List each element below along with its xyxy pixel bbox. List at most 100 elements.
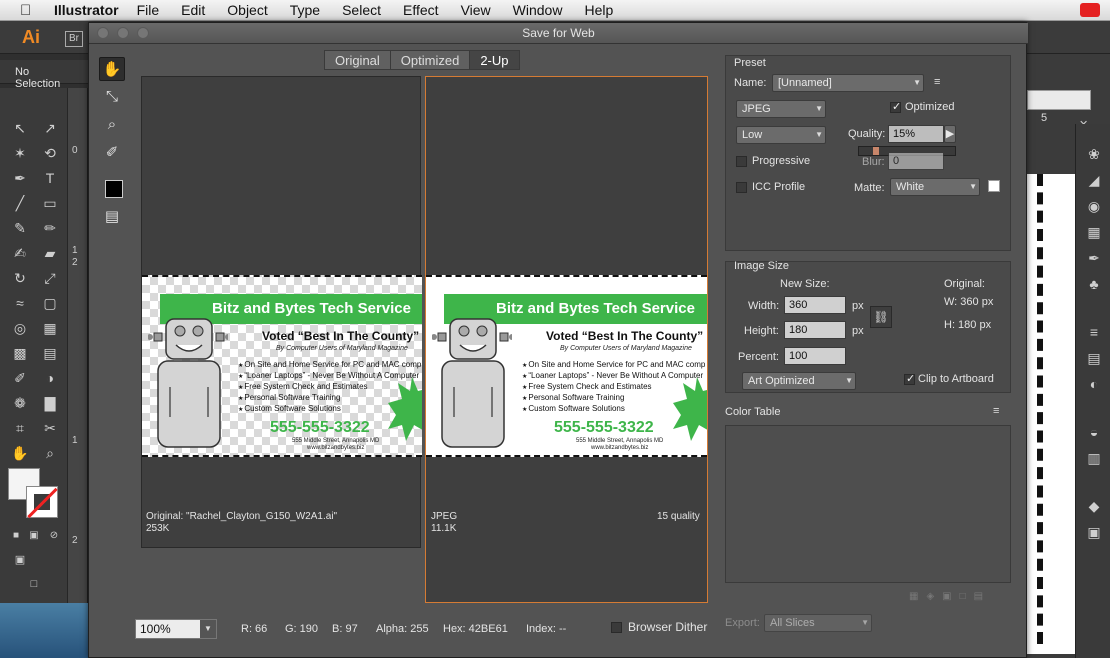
record-icon[interactable] (1080, 3, 1100, 17)
quality-slider-toggle[interactable]: ▶ (944, 125, 956, 143)
compression-quality-select[interactable]: Low ▼ (736, 126, 826, 144)
progressive-checkbox[interactable] (736, 156, 747, 167)
magic-wand-icon[interactable]: ✶ (10, 143, 30, 163)
eyedropper-color-swatch[interactable] (105, 180, 123, 198)
add-color-icon[interactable]: □ (960, 591, 966, 602)
color-guide-icon[interactable]: ◢ (1084, 172, 1104, 192)
matte-color-swatch[interactable] (988, 180, 1000, 192)
menu-object[interactable]: Object (227, 2, 267, 18)
clip-to-artboard-checkbox[interactable] (904, 372, 915, 385)
quality-slider-thumb[interactable] (873, 147, 879, 155)
optimized-preview-pane[interactable]: Bitz and Bytes Tech Service Voted “Best … (425, 76, 708, 603)
map-color-icon[interactable]: ▦ (909, 591, 918, 602)
eyedropper-tool-icon[interactable]: ✐ (10, 368, 30, 388)
brushes-icon[interactable]: ✒ (1084, 250, 1104, 270)
type-tool-icon[interactable]: T (40, 168, 60, 188)
warp-tool-icon[interactable]: ≈ (10, 293, 30, 313)
layers-icon[interactable]: ◆ (1084, 498, 1104, 518)
menu-help[interactable]: Help (584, 2, 613, 18)
mesh-tool-icon[interactable]: ▩ (10, 343, 30, 363)
color-palette-icon[interactable]: ❀ (1084, 146, 1104, 166)
document-tab[interactable] (1027, 90, 1091, 110)
hand-tool-icon[interactable]: ✋ (99, 57, 125, 81)
artboard-tool-icon[interactable]: ⌗ (10, 418, 30, 438)
stroke-swatch[interactable] (26, 486, 58, 518)
menu-edit[interactable]: Edit (181, 2, 205, 18)
align-icon[interactable]: ▥ (1084, 450, 1104, 470)
height-field[interactable]: 180 (784, 321, 846, 339)
eraser-icon[interactable]: ▰ (40, 243, 60, 263)
appearance-icon[interactable]: ◉ (1084, 198, 1104, 218)
resample-quality-select[interactable]: Art Optimized ▼ (742, 372, 856, 390)
apple-icon[interactable]:  (20, 2, 40, 19)
file-format-select[interactable]: JPEG ▼ (736, 100, 826, 118)
menu-window[interactable]: Window (513, 2, 563, 18)
browser-dither-toggle[interactable]: Browser Dither (611, 620, 707, 634)
trash-icon[interactable]: ▤ (974, 591, 983, 602)
blur-field[interactable]: 0 (888, 152, 944, 170)
lock-icon[interactable]: ▣ (942, 591, 951, 602)
screen-mode-icon[interactable]: □ (24, 574, 44, 594)
toggle-slices-icon[interactable]: ▤ (99, 205, 125, 229)
zoom-window-button[interactable] (137, 27, 149, 39)
graphic-styles-icon[interactable]: ◒ (1084, 424, 1104, 444)
quality-field[interactable]: 15% (888, 125, 944, 143)
artboards-icon[interactable]: ▣ (1084, 524, 1104, 544)
none-mode-icon[interactable]: ⊘ (44, 526, 64, 546)
browser-dither-checkbox[interactable] (611, 621, 622, 633)
direct-selection-tool-icon[interactable]: ↗ (40, 118, 60, 138)
width-field[interactable]: 360 (784, 296, 846, 314)
minimize-window-button[interactable] (117, 27, 129, 39)
optimized-checkbox[interactable] (890, 100, 901, 113)
color-table-area[interactable] (725, 425, 1011, 583)
zoom-tool-icon[interactable]: ⌕ (99, 113, 125, 137)
perspective-grid-icon[interactable]: ▦ (40, 318, 60, 338)
blob-brush-icon[interactable]: ✍ (10, 243, 30, 263)
matte-select[interactable]: White ▼ (890, 178, 980, 196)
swatches-icon[interactable]: ▦ (1084, 224, 1104, 244)
scale-tool-icon[interactable]: ⤢ (40, 268, 60, 288)
gradient-icon[interactable]: ▤ (1084, 350, 1104, 370)
free-transform-icon[interactable]: ▢ (40, 293, 60, 313)
close-window-button[interactable] (97, 27, 109, 39)
menu-view[interactable]: View (461, 2, 491, 18)
symbol-sprayer-icon[interactable]: ❁ (10, 393, 30, 413)
zoom-tool-icon[interactable]: ⌕ (40, 443, 60, 463)
stroke-icon[interactable]: ≡ (1084, 324, 1104, 344)
preset-menu-icon[interactable]: ≡ (934, 76, 940, 88)
menu-select[interactable]: Select (342, 2, 381, 18)
gradient-mode-icon[interactable]: ▣ (24, 526, 44, 546)
menu-type[interactable]: Type (290, 2, 320, 18)
selection-tool-icon[interactable]: ↖ (10, 118, 30, 138)
percent-field[interactable]: 100 (784, 347, 846, 365)
paintbrush-icon[interactable]: ✎ (10, 218, 30, 238)
pencil-icon[interactable]: ✏ (40, 218, 60, 238)
menu-file[interactable]: File (137, 2, 160, 18)
tab-2-up[interactable]: 2-Up (469, 50, 520, 70)
color-mode-icon[interactable]: ■ (6, 526, 26, 546)
draw-mode-icon[interactable]: ▣ (10, 550, 30, 570)
eyedropper-tool-icon[interactable]: ✐ (99, 141, 125, 165)
bridge-button[interactable]: Br (65, 31, 83, 47)
rotate-tool-icon[interactable]: ↻ (10, 268, 30, 288)
rectangle-tool-icon[interactable]: ▭ (40, 193, 60, 213)
export-select[interactable]: All Slices ▼ (764, 614, 872, 632)
shape-builder-icon[interactable]: ◎ (10, 318, 30, 338)
color-table-menu-icon[interactable]: ≡ (993, 405, 999, 417)
line-tool-icon[interactable]: ╱ (10, 193, 30, 213)
tab-optimized[interactable]: Optimized (389, 50, 471, 70)
preset-name-select[interactable]: [Unnamed] ▼ (772, 74, 924, 92)
blend-tool-icon[interactable]: ◑ (40, 368, 60, 388)
hand-tool-icon[interactable]: ✋ (10, 443, 30, 463)
gradient-tool-icon[interactable]: ▤ (40, 343, 60, 363)
pen-tool-icon[interactable]: ✒ (10, 168, 30, 188)
constrain-proportions-icon[interactable]: ⛓ (870, 306, 892, 328)
transparency-icon[interactable]: ◐ (1084, 376, 1104, 396)
slice-tool-icon[interactable]: ✂ (40, 418, 60, 438)
zoom-level-select[interactable]: 100% ▼ (135, 619, 217, 639)
menu-app-name[interactable]: Illustrator (54, 2, 119, 18)
symbols-icon[interactable]: ♣ (1084, 276, 1104, 296)
web-shift-icon[interactable]: ◈ (926, 591, 934, 602)
graph-tool-icon[interactable]: ▇ (40, 393, 60, 413)
lasso-icon[interactable]: ⟲ (40, 143, 60, 163)
